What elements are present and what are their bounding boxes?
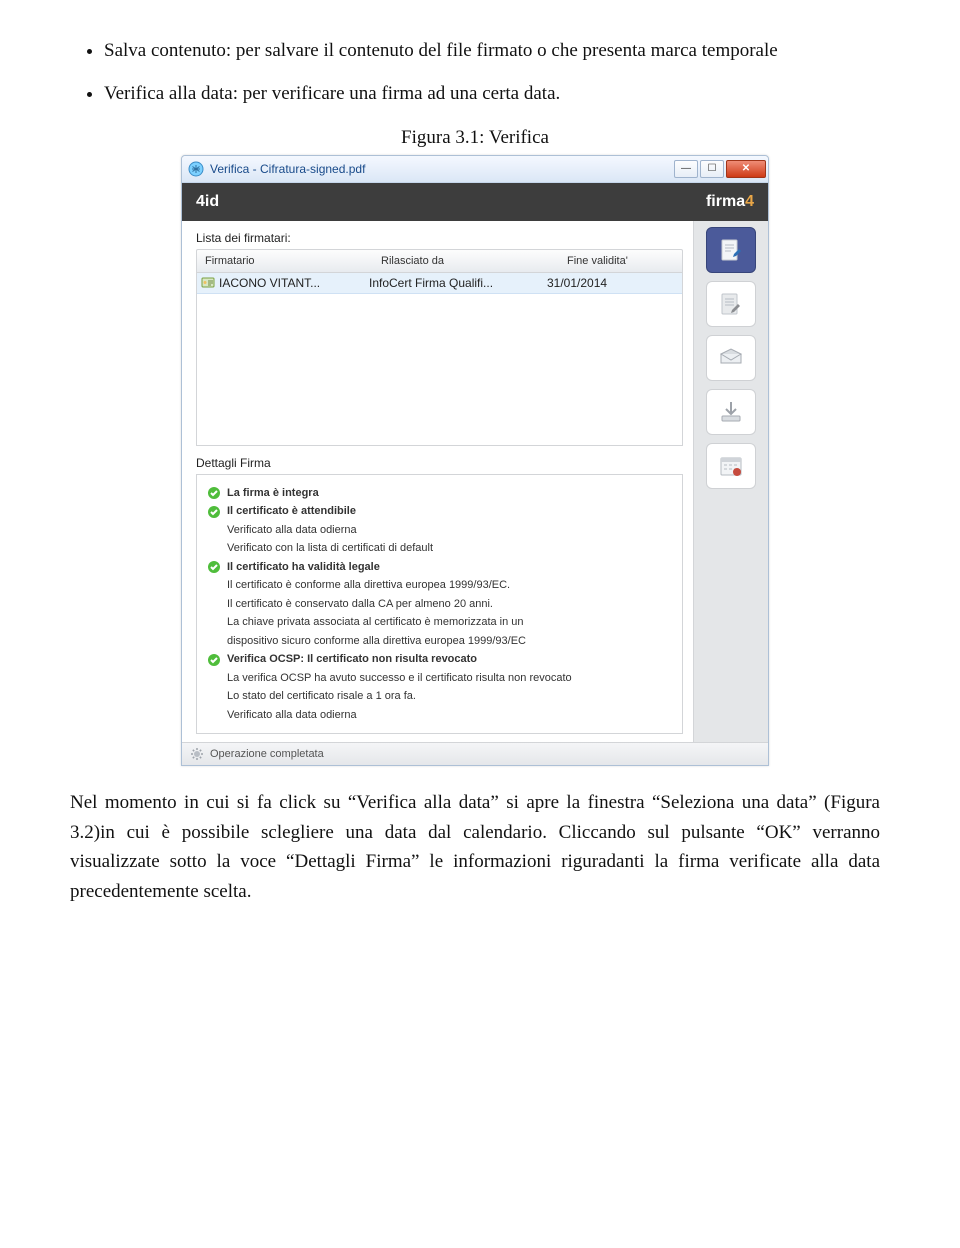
signer-name: IACONO VITANT... [219,276,320,290]
check-icon [207,560,221,574]
detail-legal: Il certificato ha validità legale [227,559,380,576]
detail-text: Verificato alla data odierna [227,707,672,724]
edit-doc-icon[interactable] [706,281,756,327]
window-title: Verifica - Cifratura-signed.pdf [210,162,674,176]
send-mail-icon[interactable] [706,335,756,381]
detail-text: Verificato con la lista di certificati d… [227,540,672,557]
signer-expiry: 31/01/2014 [539,276,682,290]
close-button[interactable]: ✕ [726,160,766,178]
figure-caption: Figura 3.1: Verifica [70,127,880,149]
detail-text: dispositivo sicuro conforme alla diretti… [227,633,672,650]
window-titlebar[interactable]: Verifica - Cifratura-signed.pdf — ☐ ✕ [182,156,768,183]
detail-text: La chiave privata associata al certifica… [227,614,672,631]
side-toolbar [693,221,768,743]
check-icon [207,653,221,667]
bullet-2: Verifica alla data: per verificare una f… [104,79,880,108]
detail-trusted: Il certificato è attendibile [227,503,356,520]
minimize-button[interactable]: — [674,160,698,178]
col-validita[interactable]: Fine validita' [559,255,682,267]
signer-row[interactable]: IACONO VITANT... InfoCert Firma Qualifi.… [197,273,682,294]
calendar-icon[interactable] [706,443,756,489]
detail-text: Verificato alla data odierna [227,522,672,539]
brand-right: firma4 [706,193,754,211]
brand-bar: 4id firma4 [182,183,768,221]
details-panel: La firma è integra Il certificato è atte… [196,474,683,735]
signers-header: Firmatario Rilasciato da Fine validita' [196,249,683,273]
bottom-paragraph: Nel momento in cui si fa click su “Verif… [70,788,880,906]
check-icon [207,486,221,500]
col-firmatario[interactable]: Firmatario [197,255,373,267]
detail-ocsp: Verifica OCSP: Il certificato non risult… [227,651,477,668]
signers-label: Lista dei firmatari: [196,231,683,245]
details-title: Dettagli Firma [196,456,683,470]
detail-text: La verifica OCSP ha avuto successo e il … [227,670,672,687]
bullet-1: Salva contenuto: per salvare il contenut… [104,36,880,65]
cert-icon [201,276,215,290]
gear-icon [190,747,204,761]
verify-window: Verifica - Cifratura-signed.pdf — ☐ ✕ 4i… [181,155,769,767]
detail-integrity: La firma è integra [227,485,319,502]
status-bar: Operazione completata [182,742,768,765]
check-icon [207,505,221,519]
status-text: Operazione completata [210,748,324,760]
detail-text: Il certificato è conservato dalla CA per… [227,596,672,613]
brand-left: 4id [196,193,219,211]
save-icon[interactable] [706,389,756,435]
app-icon [188,161,204,177]
maximize-button[interactable]: ☐ [700,160,724,178]
signer-issuer: InfoCert Firma Qualifi... [361,276,539,290]
signers-body[interactable]: IACONO VITANT... InfoCert Firma Qualifi.… [196,273,683,446]
window-controls: — ☐ ✕ [674,160,766,178]
detail-text: Lo stato del certificato risale a 1 ora … [227,688,672,705]
sign-doc-icon[interactable] [706,227,756,273]
detail-text: Il certificato è conforme alla direttiva… [227,577,672,594]
col-rilasciato[interactable]: Rilasciato da [373,255,559,267]
main-panel: Lista dei firmatari: Firmatario Rilascia… [182,221,693,743]
intro-bullets: Salva contenuto: per salvare il contenut… [104,36,880,109]
